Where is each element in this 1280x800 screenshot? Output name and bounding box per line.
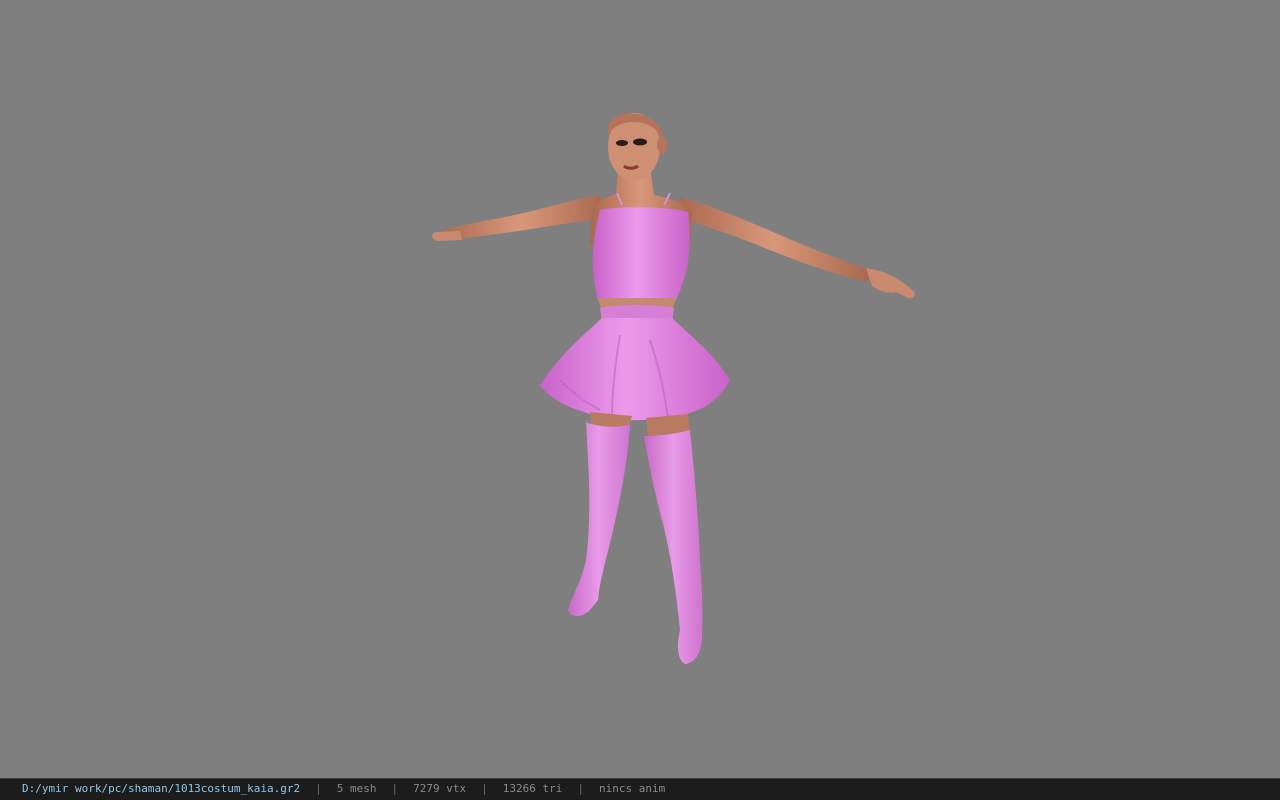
3d-viewport[interactable] — [0, 0, 1280, 778]
right-boot — [644, 430, 703, 664]
separator: | — [481, 782, 488, 795]
vertex-count: 7279 vtx — [413, 782, 467, 795]
file-path: D:/ymir work/pc/shaman/1013costum_kaia.g… — [22, 782, 301, 795]
separator: | — [577, 782, 584, 795]
animation-status: nincs anim — [599, 782, 666, 795]
pink-top — [592, 207, 690, 300]
right-arm — [676, 197, 915, 299]
status-bar: D:/ymir work/pc/shaman/1013costum_kaia.g… — [0, 778, 1280, 800]
pink-skirt — [540, 318, 730, 421]
character-model-icon[interactable] — [0, 0, 1280, 778]
separator: | — [315, 782, 322, 795]
triangle-count: 13266 tri — [502, 782, 563, 795]
left-boot — [568, 422, 630, 616]
separator: | — [391, 782, 399, 795]
head — [607, 113, 667, 181]
left-arm — [432, 195, 605, 241]
mesh-count: 5 mesh — [336, 782, 377, 795]
